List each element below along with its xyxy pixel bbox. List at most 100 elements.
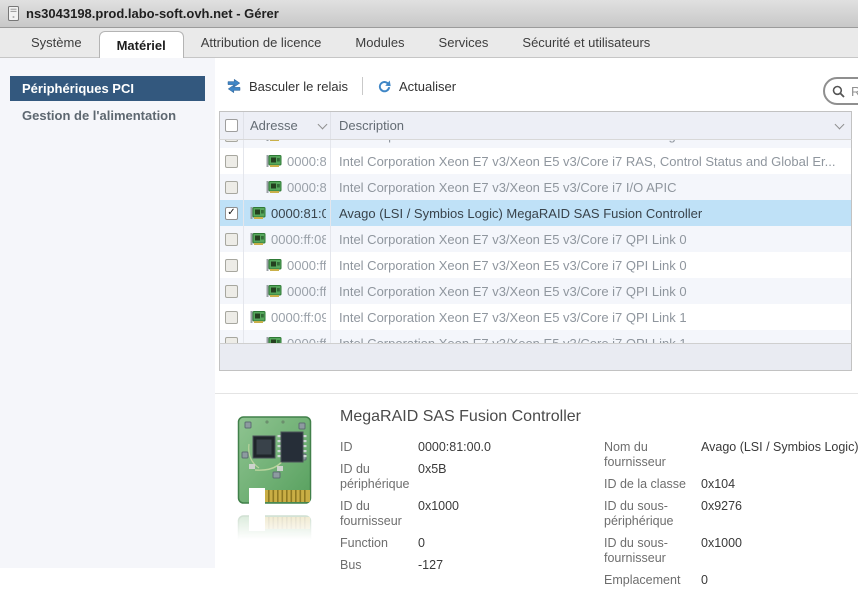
pci-card-icon: [250, 232, 266, 246]
detail-field-id-de-la-classe: ID de la classe0x104: [604, 477, 858, 492]
table-row[interactable]: 0000:8... Intel Corporation Xeon E7 v3/Xe…: [220, 148, 851, 174]
toolbar: Basculer le relais Actualiser: [222, 76, 460, 96]
detail-value: 0x104: [701, 477, 735, 492]
detail-label: Nom du fournisseur: [604, 440, 701, 470]
sidebar-item-gestion-de-l-alimentation[interactable]: Gestion de l'alimentation: [10, 103, 205, 128]
pci-card-icon: [250, 310, 266, 324]
tab-modules[interactable]: Modules: [338, 28, 421, 57]
row-description: Avago (LSI / Symbios Logic) MegaRAID SAS…: [330, 200, 851, 226]
host-icon: [8, 6, 19, 21]
select-all-checkbox[interactable]: [225, 119, 238, 132]
detail-value: Avago (LSI / Symbios Logic): [701, 440, 858, 470]
horizontal-scrollbar[interactable]: [219, 343, 852, 371]
row-checkbox[interactable]: [225, 233, 238, 246]
row-checkbox[interactable]: ✓: [225, 207, 238, 220]
detail-field-emplacement: Emplacement0: [604, 573, 858, 588]
pci-card-icon: [250, 206, 266, 220]
row-checkbox[interactable]: [225, 337, 238, 344]
tab-services[interactable]: Services: [422, 28, 506, 57]
pci-card-icon: [266, 284, 282, 298]
toggle-passthrough-label: Basculer le relais: [249, 79, 348, 94]
row-checkbox[interactable]: [225, 311, 238, 324]
details-left-column: ID0000:81:00.0 ID du périphérique0x5B ID d…: [340, 440, 604, 595]
details-right-column: Nom du fournisseurAvago (LSI / Symbios L…: [604, 440, 858, 595]
row-address: 0000:ff:...: [287, 258, 326, 273]
row-checkbox[interactable]: [225, 140, 238, 142]
pci-device-table: Adresse Description 0000:8... Intel Corpo…: [219, 111, 852, 371]
row-checkbox[interactable]: [225, 155, 238, 168]
row-address: 0000:8...: [287, 154, 326, 169]
pci-table-rows: 0000:8... Intel Corporation Xeon E7 v3/Xe…: [220, 140, 851, 343]
detail-label: Bus: [340, 558, 418, 573]
chevron-down-icon[interactable]: [318, 120, 328, 130]
row-address: 0000:ff:...: [287, 284, 326, 299]
row-checkbox[interactable]: [225, 259, 238, 272]
tab-systeme[interactable]: Système: [14, 28, 99, 57]
detail-label: ID du sous-périphérique: [604, 499, 701, 529]
tab-securite-et-utilisateurs[interactable]: Sécurité et utilisateurs: [505, 28, 667, 57]
row-address: 0000:81:00.0: [271, 206, 326, 221]
tab-materiel[interactable]: Matériel: [99, 31, 184, 58]
row-checkbox[interactable]: [225, 285, 238, 298]
table-row[interactable]: 0000:ff:...Intel Corporation Xeon E7 v3/…: [220, 252, 851, 278]
pci-card-icon: [266, 140, 282, 142]
pci-card-icon: [266, 258, 282, 272]
chevron-down-icon[interactable]: [835, 120, 845, 130]
swap-arrows-icon: [226, 78, 242, 94]
detail-field-id-du-peripherique: ID du périphérique0x5B: [340, 462, 604, 492]
row-description: Intel Corporation Xeon E7 v3/Xeon E5 v3/…: [330, 140, 851, 148]
detail-label: ID de la classe: [604, 477, 701, 492]
table-row[interactable]: 0000:8... Intel Corporation Xeon E7 v3/Xe…: [220, 140, 851, 148]
detail-label: Emplacement: [604, 573, 701, 588]
detail-label: Function: [340, 536, 418, 551]
sidebar-item-peripheriques-pci[interactable]: Périphériques PCI: [10, 76, 205, 101]
toggle-passthrough-button[interactable]: Basculer le relais: [222, 76, 352, 96]
table-row[interactable]: 0000:ff... Intel Corporation Xeon E7 v3/X…: [220, 330, 851, 343]
pci-card-icon: [266, 180, 282, 194]
row-description: Intel Corporation Xeon E7 v3/Xeon E5 v3/…: [330, 174, 851, 200]
table-rows-viewport: 0000:8... Intel Corporation Xeon E7 v3/Xe…: [219, 140, 852, 343]
tab-bar: SystèmeMatérielAttribution de licenceMod…: [0, 28, 858, 58]
tab-attribution-de-licence[interactable]: Attribution de licence: [184, 28, 339, 57]
pci-card-icon: [266, 154, 282, 168]
refresh-label: Actualiser: [399, 79, 456, 94]
table-row[interactable]: 0000:ff:09.0 Intel Corporation Xeon E7 v3…: [220, 304, 851, 330]
column-header-adresse[interactable]: Adresse: [243, 112, 330, 139]
table-row[interactable]: 0000:ff:08.0Intel Corporation Xeon E7 v3…: [220, 226, 851, 252]
table-row[interactable]: 0000:ff:... Intel Corporation Xeon E7 v3/…: [220, 278, 851, 304]
detail-field-bus: Bus-127: [340, 558, 604, 573]
refresh-button[interactable]: Actualiser: [373, 77, 460, 96]
table-row[interactable]: ✓ 0000:81:00.0 Avago (LSI / Symbios Logic)…: [220, 200, 851, 226]
row-address: 0000:8...: [287, 140, 326, 143]
detail-value: 0x5B: [418, 462, 447, 492]
detail-label: ID du fournisseur: [340, 499, 418, 529]
row-description: Intel Corporation Xeon E7 v3/Xeon E5 v3/…: [330, 278, 851, 304]
search-input[interactable]: [849, 83, 858, 100]
pci-card-reflection: [237, 513, 313, 547]
detail-value: -127: [418, 558, 443, 573]
pci-card-icon: [266, 336, 282, 343]
pci-card-image: [237, 414, 313, 511]
detail-label: ID du sous-fournisseur: [604, 536, 701, 566]
detail-field-id: ID0000:81:00.0: [340, 440, 604, 455]
detail-field-nom-du-fournisseur: Nom du fournisseurAvago (LSI / Symbios L…: [604, 440, 858, 470]
page-title: ns3043198.prod.labo-soft.ovh.net - Gérer: [26, 6, 279, 21]
row-description: Intel Corporation Xeon E7 v3/Xeon E5 v3/…: [330, 148, 851, 174]
content-panel: Basculer le relais Actualiser: [215, 58, 858, 568]
search-box: [823, 77, 858, 105]
detail-field-id-du-fournisseur: ID du fournisseur0x1000: [340, 499, 604, 529]
table-row[interactable]: 0000:8...Intel Corporation Xeon E7 v3/Xe…: [220, 174, 851, 200]
row-description: Intel Corporation Xeon E7 v3/Xeon E5 v3/…: [330, 304, 851, 330]
detail-value: 0: [418, 536, 425, 551]
detail-value: 0: [701, 573, 708, 588]
row-checkbox[interactable]: [225, 181, 238, 194]
row-address: 0000:ff:08.0: [271, 232, 326, 247]
row-address: 0000:ff:09.0: [271, 310, 326, 325]
row-address: 0000:ff...: [287, 336, 326, 344]
detail-field-function: Function0: [340, 536, 604, 551]
search-icon: [832, 85, 845, 98]
row-description: Intel Corporation Xeon E7 v3/Xeon E5 v3/…: [330, 330, 851, 343]
refresh-icon: [377, 79, 392, 94]
detail-value: 0x1000: [701, 536, 742, 566]
column-header-description[interactable]: Description: [330, 112, 851, 139]
